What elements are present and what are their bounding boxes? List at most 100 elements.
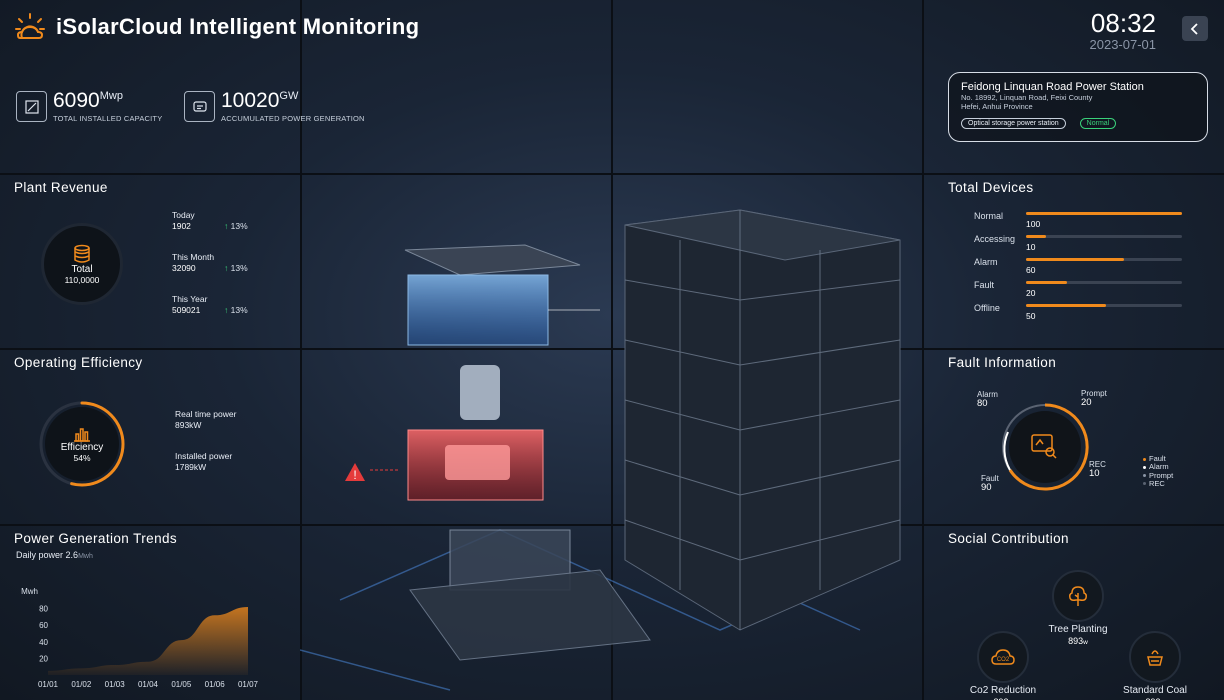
device-bar-track	[1026, 235, 1182, 238]
device-row: Alarm 60	[974, 257, 1184, 279]
x-tick-label: 01/07	[238, 680, 259, 689]
app-header: iSolarCloud Intelligent Monitoring	[14, 12, 419, 42]
station-status-tag: Normal	[1079, 117, 1117, 129]
chevron-left-icon	[1190, 22, 1198, 35]
eff-label: Installed power	[175, 451, 233, 461]
device-label: Normal	[974, 211, 1004, 221]
y-tick-label: 80	[39, 605, 48, 614]
legend-dot	[1143, 457, 1146, 461]
bar-chart-icon	[74, 427, 90, 442]
svg-text:!: !	[353, 468, 356, 482]
revenue-year: This Year 509021 ↑ 13%	[172, 294, 248, 315]
legend-label: REC	[1149, 478, 1165, 488]
trends-title: Power Generation Trends	[14, 531, 178, 546]
efficiency-value: 54%	[73, 452, 91, 463]
device-bar-track	[1026, 212, 1182, 215]
stat-installed-capacity: 6090Mwp TOTAL INSTALLED CAPACITY	[16, 90, 162, 123]
x-tick-label: 01/01	[38, 680, 59, 689]
x-tick-label: 01/03	[105, 680, 126, 689]
x-tick-label: 01/06	[205, 680, 226, 689]
coal-icon	[1129, 631, 1181, 683]
revenue-pct: 13%	[230, 305, 248, 315]
device-row: Normal 100	[974, 211, 1184, 233]
svg-text:CO2: CO2	[997, 657, 1010, 663]
daily-power-label: Daily power	[16, 550, 64, 560]
daily-power: Daily power 2.6Mwh	[16, 550, 93, 560]
legend-dot	[1143, 465, 1146, 469]
device-value: 10	[1026, 242, 1036, 252]
station-address: Hefei, Anhui Province	[961, 102, 1033, 112]
social-label: Tree Planting	[1048, 624, 1108, 635]
efficiency-label: Efficiency	[60, 441, 104, 453]
efficiency-center: Efficiency 54%	[38, 400, 126, 488]
social-label: Standard Coal	[1123, 685, 1187, 696]
devices-title: Total Devices	[948, 180, 1034, 195]
stat-unit: GW	[279, 90, 299, 102]
plant-revenue-title: Plant Revenue	[14, 180, 108, 195]
daily-power-value: 2.6	[65, 550, 79, 560]
capacity-icon	[16, 91, 47, 122]
device-row: Offline 50	[974, 303, 1184, 325]
device-row: Fault 20	[974, 280, 1184, 302]
y-tick-label: 20	[39, 654, 48, 663]
legend-dot	[1143, 474, 1146, 478]
plant-3d-illustration: !	[300, 209, 901, 691]
eff-value: 893kW	[175, 419, 202, 430]
revenue-pct: 13%	[230, 221, 248, 231]
revenue-value: 32090	[172, 262, 196, 273]
stat-value: 6090	[53, 89, 100, 112]
device-value: 20	[1026, 288, 1036, 298]
eff-label: Real time power	[175, 409, 237, 419]
social-tree: Tree Planting 893w	[1038, 570, 1118, 646]
stat-value: 10020	[221, 89, 280, 112]
social-value: 893	[1068, 636, 1084, 646]
social-label: Co2 Reduction	[969, 685, 1037, 696]
generation-icon	[184, 91, 215, 122]
trend-area	[48, 606, 248, 675]
social-coal: Standard Coal 893T	[1110, 631, 1200, 700]
clock-date: 2023-07-01	[1089, 37, 1157, 52]
device-label: Alarm	[974, 257, 998, 267]
revenue-value: 509021	[172, 304, 201, 315]
fault-fault: Fault 90	[981, 474, 999, 494]
revenue-pct: 13%	[230, 263, 248, 273]
station-card[interactable]: Feidong Linquan Road Power Station No. 1…	[948, 72, 1208, 142]
daily-power-unit: Mwh	[78, 553, 93, 560]
device-bar-track	[1026, 304, 1182, 307]
x-tick-label: 01/04	[138, 680, 159, 689]
stat-accumulated-generation: 10020GW ACCUMULATED POWER GENERATION	[184, 90, 365, 123]
device-value: 50	[1026, 311, 1036, 321]
fault-alarm-value: 80	[977, 398, 988, 410]
grid-divider	[922, 0, 924, 700]
arrow-up-icon: ↑	[224, 305, 231, 315]
legend-item: REC	[1143, 478, 1173, 488]
tree-icon	[1052, 570, 1104, 622]
device-bar-fill	[1026, 212, 1182, 215]
eff-value: 1789kW	[175, 461, 207, 472]
legend-dot	[1143, 482, 1146, 486]
device-row: Accessing 10	[974, 234, 1184, 256]
revenue-label: This Month	[172, 252, 215, 262]
power-trend-chart: Mwh 20 40 60 80 01/01 01/02 01/03 01/04 01/05 01…	[21, 587, 259, 689]
device-label: Fault	[974, 280, 995, 290]
device-bar-fill	[1026, 281, 1067, 284]
fault-legend: Fault Alarm Prompt REC	[1143, 454, 1173, 488]
y-axis-label: Mwh	[21, 587, 38, 596]
stat-label: TOTAL INSTALLED CAPACITY	[53, 114, 163, 123]
y-tick-label: 40	[39, 638, 48, 647]
station-type-tag: Optical storage power station	[961, 117, 1066, 129]
back-button[interactable]	[1182, 16, 1208, 41]
revenue-total-ring: Total 110,0000	[41, 223, 123, 305]
station-name: Feidong Linquan Road Power Station	[961, 81, 1144, 93]
device-bar-fill	[1026, 258, 1125, 261]
device-bar-track	[1026, 258, 1182, 261]
device-value: 60	[1026, 265, 1036, 275]
revenue-label: Today	[172, 210, 195, 220]
fault-fault-value: 90	[981, 482, 992, 494]
x-tick-label: 01/02	[71, 680, 92, 689]
social-unit: w	[1083, 639, 1088, 646]
clock: 08:32 2023-07-01	[1090, 8, 1157, 52]
coins-icon	[74, 244, 90, 263]
stat-unit: Mwp	[99, 90, 123, 102]
social-co2: CO2 Co2 Reduction 893T	[957, 631, 1049, 700]
